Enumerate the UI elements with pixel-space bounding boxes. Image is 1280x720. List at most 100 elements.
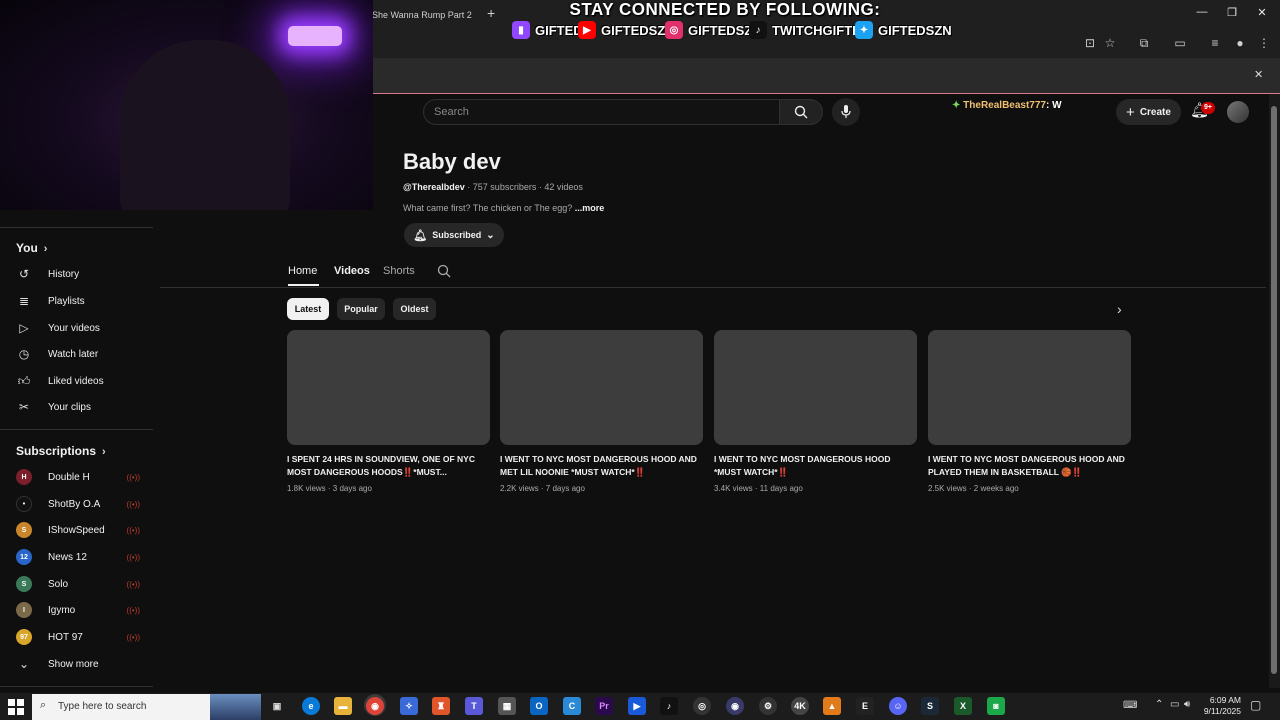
video-title[interactable]: I WENT TO NYC MOST DANGEROUS HOOD AND ME… (500, 453, 703, 479)
video-card[interactable]: I WENT TO NYC MOST DANGEROUS HOOD AND ME… (500, 330, 703, 493)
tab-home[interactable]: Home (288, 265, 317, 277)
sidebar-item-playlists[interactable]: ≣ Playlists (16, 291, 146, 311)
steam-icon[interactable]: S (921, 697, 939, 715)
discord-icon[interactable]: ☺ (889, 697, 907, 715)
video-title[interactable]: I WENT TO NYC MOST DANGEROUS HOOD *MUST … (714, 453, 917, 479)
sidebar-item-watch-later[interactable]: ◷ Watch later (16, 344, 146, 364)
cast-icon[interactable]: ▭ (1172, 35, 1188, 51)
tray-chevron-up-icon[interactable]: ⌃ (1155, 699, 1163, 710)
sidebar-item-your-clips[interactable]: ✂ Your clips (16, 397, 146, 417)
show-more-label: Show more (48, 658, 99, 670)
windows-start-icon[interactable] (8, 699, 24, 715)
channel-meta: @Therealbdev · 757 subscribers · 42 vide… (403, 182, 583, 192)
tab-shorts[interactable]: Shorts (383, 265, 415, 277)
subscription-double-h[interactable]: H Double H ((•)) (16, 467, 146, 487)
calendar-icon[interactable]: ▦ (498, 697, 516, 715)
install-app-icon[interactable]: ⊡ (1082, 35, 1098, 51)
chip-latest[interactable]: Latest (287, 298, 329, 320)
brave-icon[interactable]: ♜ (432, 697, 450, 715)
search-button[interactable] (779, 99, 823, 125)
search-icon (794, 105, 808, 119)
copilot-icon[interactable]: ✧ (400, 697, 418, 715)
sidebar-you-header[interactable]: You › (16, 241, 47, 255)
subscription-solo[interactable]: S Solo ((•)) (16, 574, 146, 594)
4k-downloader-icon[interactable]: 4K (791, 697, 809, 715)
subscription-news-12[interactable]: 12 News 12 ((•)) (16, 547, 146, 567)
close-window-button[interactable]: ✕ (1252, 6, 1272, 19)
extensions-icon[interactable]: ⧉ (1136, 35, 1152, 51)
xbox-icon[interactable]: X (954, 697, 972, 715)
restore-button[interactable]: ❐ (1222, 6, 1242, 19)
search-input[interactable]: Search (423, 99, 779, 125)
video-card[interactable]: I WENT TO NYC MOST DANGEROUS HOOD AND PL… (928, 330, 1131, 493)
chip-oldest[interactable]: Oldest (393, 298, 436, 320)
video-meta: 1.8K views · 3 days ago (287, 484, 372, 493)
video-thumbnail[interactable] (928, 330, 1131, 445)
more-link[interactable]: ...more (575, 203, 605, 213)
network-icon[interactable]: ▭ (1170, 699, 1179, 710)
video-thumbnail[interactable] (500, 330, 703, 445)
video-meta: 3.4K views · 11 days ago (714, 484, 803, 493)
video-thumbnail[interactable] (714, 330, 917, 445)
tab-videos[interactable]: Videos (334, 265, 370, 277)
account-avatar[interactable] (1227, 101, 1249, 123)
edge-icon[interactable]: e (302, 697, 320, 715)
epic-games-icon[interactable]: E (856, 697, 874, 715)
sidebar-subscriptions-header[interactable]: Subscriptions › (16, 444, 106, 458)
video-title[interactable]: I WENT TO NYC MOST DANGEROUS HOOD AND PL… (928, 453, 1131, 479)
infobar-close-icon[interactable]: ✕ (1254, 68, 1263, 81)
notification-center-icon[interactable]: ▢ (1250, 698, 1261, 712)
sidebar-item-history[interactable]: ↺ History (16, 264, 146, 284)
history-icon: ↺ (18, 267, 30, 281)
subscription-shotby-oa[interactable]: • ShotBy O.A ((•)) (16, 494, 146, 514)
subscription-igymo[interactable]: I Igymo ((•)) (16, 600, 146, 620)
subscription-ishowspeed[interactable]: S IShowSpeed ((•)) (16, 520, 146, 540)
tiktok-app-icon[interactable]: ♪ (660, 697, 678, 715)
bookmark-star-icon[interactable]: ☆ (1102, 35, 1118, 51)
sidebar-item-liked-videos[interactable]: 👍︎ Liked videos (16, 371, 146, 391)
vlc-icon[interactable]: ▲ (823, 697, 841, 715)
video-thumbnail[interactable] (287, 330, 490, 445)
sidebar-item-your-videos[interactable]: ▷ Your videos (16, 318, 146, 338)
profile-icon[interactable]: ● (1232, 35, 1248, 51)
teams-icon[interactable]: T (465, 697, 483, 715)
browser-tab[interactable]: She Wanna Rump Part 2 (366, 4, 481, 26)
obs-icon[interactable]: ◎ (693, 697, 711, 715)
new-tab-button[interactable]: + (487, 5, 495, 21)
volume-icon[interactable]: 🔊︎ (1184, 699, 1190, 710)
show-more-button[interactable]: ⌄ Show more (16, 654, 146, 674)
twitch-icon: ▮ (512, 21, 530, 39)
keyboard-icon[interactable]: ⌨ (1123, 700, 1137, 711)
outlook-icon[interactable]: O (530, 697, 548, 715)
browser-menu-icon[interactable]: ⋮ (1256, 35, 1272, 51)
channel-avatar: 12 (16, 549, 32, 565)
voice-search-button[interactable] (832, 98, 860, 126)
task-view-icon[interactable]: ▣ (268, 697, 286, 715)
capcut-icon[interactable]: C (563, 697, 581, 715)
media-player-icon[interactable]: ▶ (628, 697, 646, 715)
channel-search-icon[interactable] (437, 264, 451, 283)
minimize-button[interactable]: — (1192, 6, 1212, 18)
page-scrollbar[interactable] (1269, 94, 1280, 688)
sidebar-item-label: Your clips (48, 401, 91, 413)
taskbar-clock[interactable]: 6:09 AM 9/11/2025 (1199, 695, 1241, 717)
chip-popular[interactable]: Popular (337, 298, 385, 320)
settings-icon[interactable]: ⚙ (759, 697, 777, 715)
subscribed-label: Subscribed (432, 230, 482, 240)
scrollbar-thumb[interactable] (1271, 106, 1277, 674)
chevron-right-icon[interactable]: › (1117, 301, 1122, 317)
reading-list-icon[interactable]: ≡ (1207, 35, 1223, 51)
channel-description[interactable]: What came first? The chicken or The egg?… (403, 203, 604, 213)
video-card[interactable]: I SPENT 24 HRS IN SOUNDVIEW, ONE OF NYC … (287, 330, 490, 493)
live-indicator-icon: ((•)) (126, 579, 140, 589)
premiere-icon[interactable]: Pr (595, 697, 613, 715)
file-explorer-icon[interactable]: ▬ (334, 697, 352, 715)
create-button[interactable]: + Create (1116, 99, 1181, 125)
video-title[interactable]: I SPENT 24 HRS IN SOUNDVIEW, ONE OF NYC … (287, 453, 490, 479)
app-green-icon[interactable]: ◙ (987, 697, 1005, 715)
video-card[interactable]: I WENT TO NYC MOST DANGEROUS HOOD *MUST … (714, 330, 917, 493)
app-icon[interactable]: ◉ (726, 697, 744, 715)
subscription-hot-97[interactable]: 97 HOT 97 ((•)) (16, 627, 146, 647)
chrome-icon[interactable]: ◉ (366, 697, 384, 715)
subscribed-button[interactable]: 🔔︎ Subscribed ⌄ (404, 223, 504, 247)
